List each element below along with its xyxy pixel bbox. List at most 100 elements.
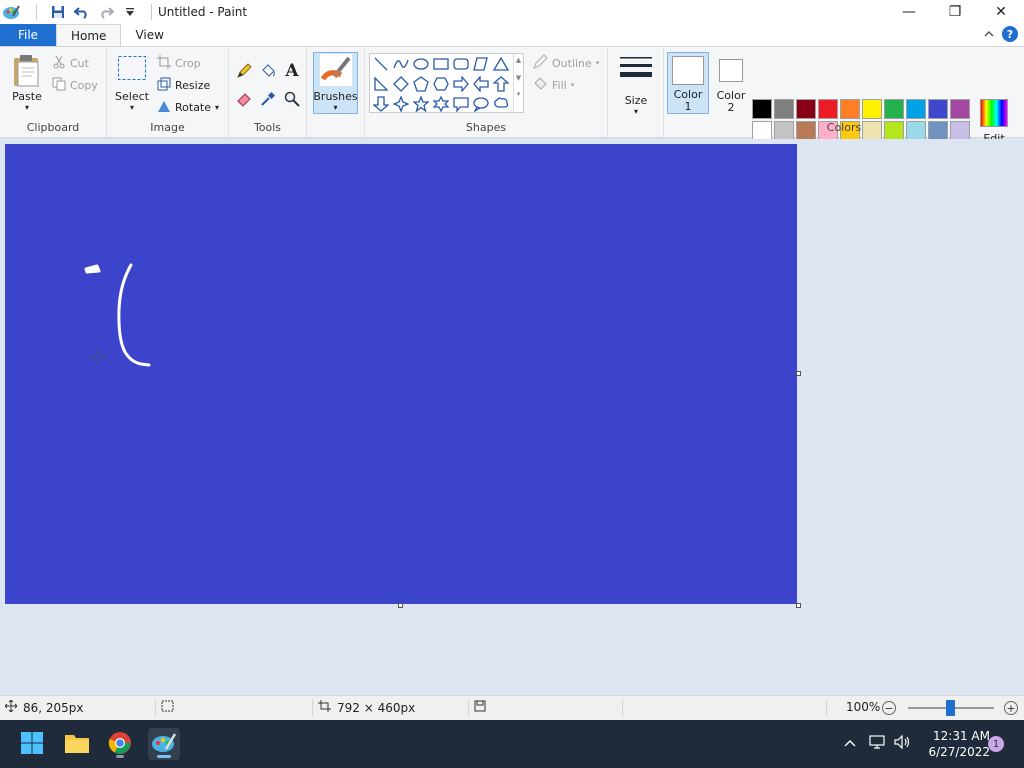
resize-handle-right[interactable] bbox=[796, 371, 801, 376]
customize-qat-icon[interactable] bbox=[121, 3, 139, 21]
cloud-callout-shape-icon[interactable] bbox=[492, 95, 510, 113]
rectangle-shape-icon[interactable] bbox=[432, 55, 450, 73]
canvas-size: 792 × 460px bbox=[318, 700, 415, 715]
left-arrow-shape-icon[interactable] bbox=[472, 75, 490, 93]
rounded-rectangle-shape-icon[interactable] bbox=[452, 55, 470, 73]
minimize-button[interactable]: — bbox=[886, 0, 932, 24]
taskbar-paint[interactable] bbox=[148, 728, 180, 760]
resize-label: Resize bbox=[175, 78, 211, 92]
crosshair-cursor-icon bbox=[89, 348, 107, 366]
zoom-in-button[interactable]: + bbox=[1004, 701, 1018, 715]
oval-shape-icon[interactable] bbox=[412, 55, 430, 73]
paste-dropdown-icon[interactable]: ▾ bbox=[25, 103, 29, 112]
crop-button[interactable]: Crop bbox=[157, 54, 201, 72]
ribbon: Paste ▾ Cut Copy Clipboard Select ▾ Crop… bbox=[0, 46, 1024, 163]
triangle-shape-icon[interactable] bbox=[492, 55, 510, 73]
shapes-group-label: Shapes bbox=[465, 121, 507, 134]
color-picker-icon[interactable] bbox=[258, 89, 278, 109]
undo-icon[interactable] bbox=[73, 3, 91, 21]
four-point-star-shape-icon[interactable] bbox=[392, 95, 410, 113]
cut-button[interactable]: Cut bbox=[52, 54, 89, 72]
down-arrow-shape-icon[interactable] bbox=[372, 95, 390, 113]
tools-group: A Tools bbox=[229, 47, 307, 137]
canvas-size-text: 792 × 460px bbox=[337, 700, 416, 715]
eraser-icon[interactable] bbox=[234, 89, 254, 109]
paste-label: Paste bbox=[12, 90, 42, 103]
resize-handle-bottom[interactable] bbox=[398, 603, 403, 608]
fill-label: Fill bbox=[552, 78, 567, 92]
rotate-dropdown-icon[interactable]: ▾ bbox=[215, 103, 219, 112]
outline-dropdown-icon[interactable]: ▾ bbox=[596, 59, 600, 67]
collapse-ribbon-icon[interactable] bbox=[984, 27, 994, 41]
white-dot-stroke bbox=[84, 264, 101, 274]
paste-button[interactable]: Paste ▾ bbox=[8, 53, 46, 112]
size-dropdown-icon[interactable]: ▾ bbox=[634, 107, 638, 116]
taskbar-file-explorer[interactable] bbox=[61, 728, 93, 760]
volume-icon[interactable] bbox=[893, 734, 911, 754]
copy-button[interactable]: Copy bbox=[52, 76, 98, 94]
select-button[interactable]: Select ▾ bbox=[115, 55, 149, 112]
workspace bbox=[0, 139, 1024, 695]
text-icon[interactable]: A bbox=[282, 61, 302, 81]
tab-file[interactable]: File bbox=[0, 24, 56, 46]
clipboard-group: Paste ▾ Cut Copy Clipboard bbox=[0, 47, 107, 137]
show-hidden-icons-chevron-icon[interactable] bbox=[843, 734, 857, 753]
clock-time: 12:31 AM bbox=[933, 729, 990, 743]
status-separator bbox=[155, 699, 156, 717]
curve-shape-icon[interactable] bbox=[392, 55, 410, 73]
magnifier-icon[interactable] bbox=[282, 89, 302, 109]
fill-bucket-icon[interactable] bbox=[258, 61, 278, 81]
pencil-icon[interactable] bbox=[234, 61, 254, 81]
size-button[interactable]: Size ▾ bbox=[618, 55, 654, 116]
title-separator-2 bbox=[151, 4, 152, 20]
rotate-button[interactable]: Rotate ▾ bbox=[157, 98, 219, 116]
zoom-out-button[interactable]: − bbox=[882, 701, 896, 715]
start-button[interactable] bbox=[16, 728, 48, 760]
hexagon-shape-icon[interactable] bbox=[432, 75, 450, 93]
cursor-position-text: 86, 205px bbox=[23, 700, 84, 715]
rect-callout-shape-icon[interactable] bbox=[452, 95, 470, 113]
taskbar-clock[interactable]: 12:31 AM 6/27/2022 bbox=[916, 728, 990, 760]
resize-handle-corner[interactable] bbox=[796, 603, 801, 608]
five-point-star-shape-icon[interactable] bbox=[412, 95, 430, 113]
paste-icon bbox=[12, 53, 42, 90]
select-icon bbox=[117, 55, 147, 84]
status-separator-3 bbox=[468, 699, 469, 717]
redo-icon[interactable] bbox=[97, 3, 115, 21]
shapes-scroll[interactable]: ▲ ▼ ▾ bbox=[513, 54, 523, 112]
ribbon-tabs: File Home View ? bbox=[0, 24, 1024, 46]
move-cursor-icon bbox=[4, 699, 18, 715]
right-triangle-shape-icon[interactable] bbox=[372, 75, 390, 93]
zoom-slider-thumb[interactable] bbox=[946, 700, 955, 716]
up-arrow-shape-icon[interactable] bbox=[492, 75, 510, 93]
resize-button[interactable]: Resize bbox=[157, 76, 210, 94]
fill-button[interactable]: Fill ▾ bbox=[532, 76, 574, 94]
close-button[interactable]: ✕ bbox=[978, 0, 1024, 24]
save-icon[interactable] bbox=[49, 3, 67, 21]
white-curve-stroke bbox=[117, 263, 151, 367]
oval-callout-shape-icon[interactable] bbox=[472, 95, 490, 113]
network-icon[interactable] bbox=[869, 734, 887, 754]
taskbar-chrome[interactable] bbox=[104, 728, 136, 760]
line-shape-icon[interactable] bbox=[372, 55, 390, 73]
tab-view[interactable]: View bbox=[121, 24, 177, 46]
tab-home[interactable]: Home bbox=[56, 24, 122, 46]
right-arrow-shape-icon[interactable] bbox=[452, 75, 470, 93]
folder-icon bbox=[64, 732, 90, 757]
colors-group: Colors bbox=[664, 47, 1024, 137]
copy-label: Copy bbox=[70, 78, 98, 92]
six-point-star-shape-icon[interactable] bbox=[432, 95, 450, 113]
restore-button[interactable]: ❐ bbox=[932, 0, 978, 24]
copy-icon bbox=[52, 77, 66, 94]
drawing-layer bbox=[84, 263, 151, 367]
polygon-shape-icon[interactable] bbox=[472, 55, 490, 73]
outline-button[interactable]: Outline ▾ bbox=[532, 53, 600, 72]
pentagon-shape-icon[interactable] bbox=[412, 75, 430, 93]
notification-badge[interactable]: 1 bbox=[988, 736, 1004, 752]
help-icon[interactable]: ? bbox=[1002, 26, 1018, 42]
drawing-canvas[interactable] bbox=[5, 144, 797, 604]
crop-icon bbox=[157, 54, 171, 72]
select-dropdown-icon[interactable]: ▾ bbox=[130, 103, 134, 112]
diamond-shape-icon[interactable] bbox=[392, 75, 410, 93]
fill-dropdown-icon[interactable]: ▾ bbox=[571, 81, 575, 89]
